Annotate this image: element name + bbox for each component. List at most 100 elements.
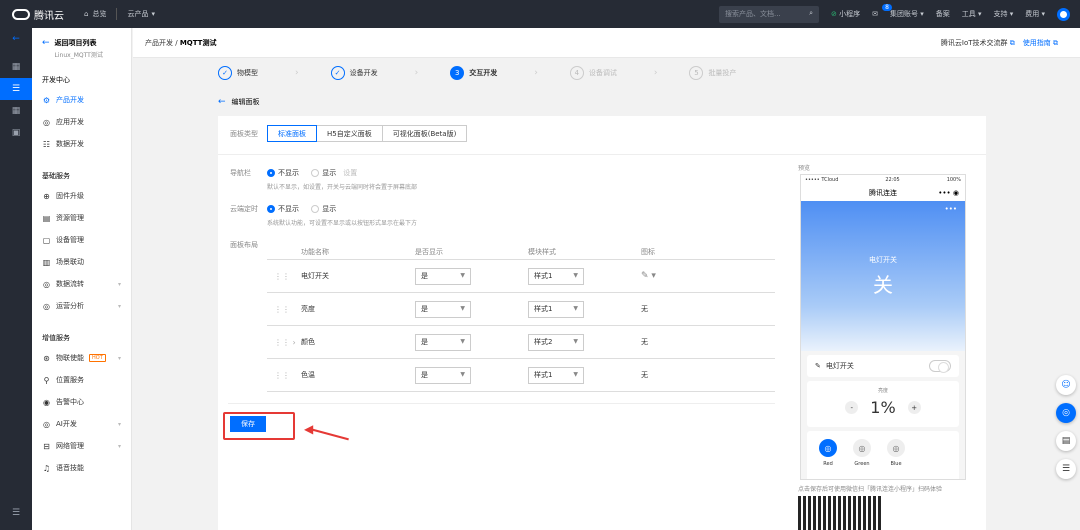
show-select[interactable]: 是 ▼ [415, 267, 471, 285]
smile-icon[interactable]: ☺ [1056, 375, 1076, 395]
style-select[interactable]: 样式1 ▼ [528, 300, 584, 318]
toggle [929, 360, 951, 373]
external-link-icon: ⧉ [1009, 38, 1015, 47]
step-thing-model[interactable]: ✓ 物模型 › [218, 66, 331, 80]
nav-hide-radio[interactable]: 不显示 [267, 168, 299, 178]
section-heading: 增值服务 [42, 334, 70, 342]
tencent-cloud-logo[interactable]: 腾讯云 [12, 7, 64, 22]
chevron-down-icon: ▾ [117, 354, 121, 362]
tab-visual-panel[interactable]: 可视化面板(Beta版) [381, 125, 468, 142]
step-device-dev[interactable]: ✓ 设备开发 › [330, 66, 451, 80]
flow-icon: ◎ [43, 279, 50, 289]
back-arrow-icon[interactable]: ← [0, 28, 32, 50]
drag-handle-icon[interactable]: ⋮⋮ [267, 272, 301, 281]
cloud-timer-label: 云端定时 [230, 205, 258, 213]
avatar[interactable] [1057, 7, 1070, 21]
phone-nav-title: 腾讯连连 ••• ◉ [801, 185, 965, 201]
sidebar-item-network[interactable]: ⊟ 网络管理 ▾ [32, 435, 131, 457]
sidebar-item-iot-enable[interactable]: ⊛ 物联使能 HOT ▾ [32, 347, 131, 369]
iot-group-link[interactable]: 腾讯云IoT技术交流群 ⧉ [941, 38, 1015, 48]
sidebar-item-app-dev[interactable]: ◎ 应用开发 [32, 111, 131, 133]
overview-link[interactable]: ⌂ 总览 [84, 9, 106, 19]
tools-menu[interactable]: 工具 ▾ [962, 9, 982, 19]
sidebar-item-data-dev[interactable]: ☷ 数据开发 [32, 133, 131, 155]
external-link-icon: ⧉ [1053, 38, 1058, 47]
drag-handle-icon[interactable]: ⋮⋮ [267, 305, 301, 314]
page-title: MQTT测试 [179, 38, 217, 47]
timer-hide-radio[interactable]: 不显示 [267, 204, 299, 214]
caret-down-icon: ▼ [460, 271, 465, 279]
mini-program-link[interactable]: ⊘ 小程序 [831, 9, 860, 19]
qr-code [798, 496, 882, 530]
minus-icon: - [845, 401, 859, 414]
style-select[interactable]: 样式1 ▼ [528, 267, 584, 285]
step-mass-production[interactable]: 5 批量投产 [689, 66, 736, 80]
list-icon[interactable]: ☰ [1056, 459, 1076, 479]
layout-table: 功能名称 是否显示 模块样式 图标 ⋮⋮ 电灯开关 是 ▼ 样式1 ▼ ✎ ▾ ⋮⋮… [267, 244, 775, 392]
step-interaction-dev[interactable]: 3 交互开发 › [450, 66, 570, 80]
pencil-icon: ✎ [815, 362, 821, 370]
panel-type-label: 面板类型 [230, 129, 258, 138]
message-button[interactable]: ✉ 8 [872, 4, 892, 18]
tab-h5-panel[interactable]: H5自定义面板 [316, 125, 383, 142]
caret-down-icon: ▼ [460, 370, 465, 378]
show-select[interactable]: 是 ▼ [415, 300, 471, 318]
book-icon[interactable]: ▤ [1056, 431, 1076, 451]
arrow-left-icon: ← [42, 38, 50, 48]
color-green-icon: ◎ [853, 439, 871, 457]
preview-tip: 点击保存后可使用微信扫「腾讯连连小程序」扫码体验 [798, 486, 943, 493]
preview-label: 预览 [798, 165, 811, 172]
sidebar-item-alarm[interactable]: ◉ 告警中心 [32, 391, 131, 413]
sidebar-item-resources[interactable]: ▤ 资源管理 [32, 207, 131, 229]
table-row: ⋮⋮ 电灯开关 是 ▼ 样式1 ▼ ✎ ▾ [267, 260, 775, 293]
icon-value: 无 [641, 338, 648, 346]
show-select[interactable]: 是 ▼ [415, 366, 471, 384]
nav-show-radio[interactable]: 显示 设置 [311, 168, 357, 178]
panel-editor-card: 面板类型 标准面板 H5自定义面板 可视化面板(Beta版) 导航栏 不显示 显… [218, 116, 986, 530]
chevron-down-icon: ▾ [117, 302, 121, 310]
cost-menu[interactable]: 费用 ▾ [1025, 9, 1045, 19]
support-menu[interactable]: 支持 ▾ [994, 9, 1014, 19]
sidebar-item-voice[interactable]: ♫ 语音技能 [32, 457, 131, 479]
drag-handle-icon[interactable]: ⋮⋮ › [267, 338, 301, 347]
sidebar-item-location[interactable]: ⚲ 位置服务 [32, 369, 131, 391]
edit-panel-back[interactable]: ← 编辑面板 [218, 97, 260, 107]
section-heading: 基础服务 [42, 172, 70, 180]
panel-icon[interactable]: ▣ [0, 122, 32, 144]
sidebar-item-scenes[interactable]: ▥ 场景联动 [32, 251, 131, 273]
sidebar-item-data-flow[interactable]: ◎ 数据流转 ▾ [32, 273, 131, 295]
drag-handle-icon[interactable]: ⋮⋮ [267, 371, 301, 380]
show-select[interactable]: 是 ▼ [415, 333, 471, 351]
sidebar-item-analytics[interactable]: ◎ 运营分析 ▾ [32, 295, 131, 317]
style-select[interactable]: 样式1 ▼ [528, 366, 584, 384]
guide-link[interactable]: 使用指南 ⧉ [1023, 38, 1058, 48]
headset-icon[interactable]: ◎ [1056, 403, 1076, 423]
breadcrumb-parent[interactable]: 产品开发 [145, 39, 173, 47]
back-to-projects[interactable]: ← 返回项目列表 Linux_MQTT测试 [32, 28, 131, 59]
layout-label: 面板布局 [230, 241, 258, 249]
list-icon[interactable]: ☰ [0, 78, 32, 100]
ai-icon: ◎ [43, 419, 50, 429]
tab-standard-panel[interactable]: 标准面板 [267, 125, 317, 142]
group-account-menu[interactable]: 集团账号 ▾ [890, 9, 924, 19]
search-icon[interactable]: ⌕ [809, 9, 813, 18]
sidebar-item-firmware[interactable]: ⊕ 固件升级 [32, 185, 131, 207]
products-menu[interactable]: 云产品 ▾ [127, 9, 155, 19]
timer-show-radio[interactable]: 显示 [311, 204, 336, 214]
preview-switch: ✎ 电灯开关 [807, 355, 959, 377]
apps-icon[interactable]: ▦ [0, 100, 32, 122]
top-navbar: 腾讯云 ⌂ 总览 云产品 ▾ 搜索产品、文档... ⌕ ⊘ 小程序 ✉ 8 集团账号 ▾… [0, 0, 1080, 28]
save-button[interactable]: 保存 [230, 416, 266, 432]
style-select[interactable]: 样式2 ▼ [528, 333, 584, 351]
panel-type-tabs: 标准面板 H5自定义面板 可视化面板(Beta版) [267, 125, 468, 142]
sidebar-item-devices[interactable]: ▢ 设备管理 [32, 229, 131, 251]
icon-picker[interactable]: ✎ ▾ [641, 271, 741, 281]
sidebar-item-product-dev[interactable]: ⚙ 产品开发 [32, 89, 131, 111]
sidebar-item-ai[interactable]: ◎ AI开发 ▾ [32, 413, 131, 435]
step-device-debug[interactable]: 4 设备调试 › [569, 66, 690, 80]
search-input[interactable]: 搜索产品、文档... ⌕ [719, 5, 820, 23]
record-link[interactable]: 备案 [936, 9, 950, 19]
menu-toggle-icon[interactable]: ☰ [0, 502, 32, 524]
cloud-icon [12, 8, 30, 20]
grid-icon[interactable]: ▦ [0, 56, 32, 78]
